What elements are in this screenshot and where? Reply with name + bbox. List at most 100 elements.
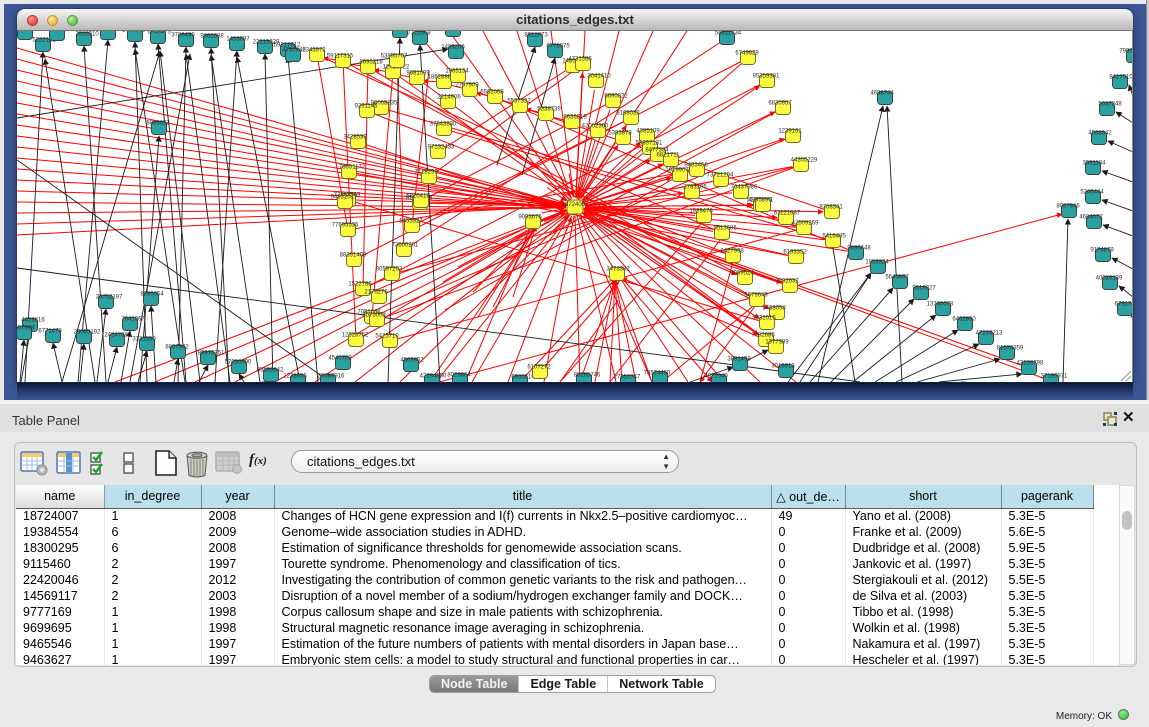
svg-text:7990009: 7990009 [1119, 49, 1133, 55]
svg-text:6830957: 6830957 [768, 101, 792, 107]
svg-text:6462890: 6462890 [952, 317, 976, 323]
svg-text:4905896: 4905896 [748, 198, 772, 204]
svg-text:9093676: 9093676 [518, 215, 542, 221]
svg-text:78851172: 78851172 [339, 165, 366, 171]
svg-text:3428539: 3428539 [343, 135, 367, 141]
svg-text:47203213: 47203213 [976, 331, 1003, 337]
svg-text:4684072: 4684072 [1079, 215, 1103, 221]
svg-text:8029864: 8029864 [447, 373, 471, 379]
svg-text:18724007: 18724007 [562, 202, 589, 208]
svg-text:9636619: 9636619 [563, 115, 587, 121]
svg-text:8807342: 8807342 [165, 345, 189, 351]
svg-text:2440905: 2440905 [122, 31, 146, 34]
svg-text:7402632: 7402632 [775, 279, 799, 285]
svg-text:8417510: 8417510 [1109, 75, 1133, 81]
svg-text:5562068: 5562068 [480, 90, 504, 96]
svg-text:8708341: 8708341 [819, 205, 843, 211]
svg-text:43239798: 43239798 [1017, 361, 1044, 367]
svg-text:4731386: 4731386 [568, 57, 592, 63]
svg-text:3131350: 3131350 [132, 337, 156, 343]
svg-text:1377389: 1377389 [765, 340, 789, 346]
svg-text:6771478: 6771478 [38, 329, 62, 335]
svg-text:9468058: 9468058 [762, 306, 786, 312]
svg-text:5513686: 5513686 [713, 226, 737, 232]
svg-text:5679649: 5679649 [744, 293, 768, 299]
svg-text:9291145: 9291145 [355, 104, 379, 110]
svg-text:73721294: 73721294 [707, 173, 734, 179]
svg-text:3473382: 3473382 [606, 267, 630, 273]
svg-text:1953324: 1953324 [865, 260, 889, 266]
svg-text:27550747: 27550747 [614, 375, 641, 381]
svg-text:6690022: 6690022 [604, 94, 628, 100]
svg-text:5416485: 5416485 [822, 234, 846, 240]
svg-text:88391409: 88391409 [340, 253, 367, 259]
svg-text:58877189: 58877189 [47, 31, 74, 33]
svg-text:6343972: 6343972 [302, 48, 326, 54]
svg-text:56911734: 56911734 [715, 31, 742, 37]
svg-text:3018913: 3018913 [771, 364, 795, 370]
svg-text:94932017: 94932017 [331, 195, 358, 201]
svg-text:9059692: 9059692 [99, 31, 123, 32]
svg-text:4069524: 4069524 [730, 271, 754, 277]
svg-text:4568342: 4568342 [1088, 131, 1112, 137]
svg-text:6427998: 6427998 [720, 249, 744, 255]
svg-text:3168032: 3168032 [616, 111, 640, 117]
svg-text:36752197: 36752197 [96, 295, 123, 301]
svg-text:6107272: 6107272 [527, 365, 551, 371]
svg-text:28689916: 28689916 [318, 374, 345, 380]
svg-text:7418299: 7418299 [414, 170, 438, 176]
svg-text:1965134: 1965134 [445, 69, 469, 75]
svg-text:83589642: 83589642 [257, 368, 284, 374]
svg-text:4698744: 4698744 [870, 91, 894, 97]
svg-text:5455327: 5455327 [399, 219, 423, 225]
svg-text:76437986: 76437986 [731, 185, 758, 191]
svg-text:2176276: 2176276 [364, 290, 388, 296]
svg-text:78524460: 78524460 [644, 371, 671, 377]
svg-text:1522786: 1522786 [348, 282, 372, 288]
svg-text:12528752: 12528752 [342, 333, 369, 339]
svg-text:3591184: 3591184 [1083, 161, 1107, 167]
svg-text:6935510: 6935510 [511, 375, 535, 381]
svg-text:8695218: 8695218 [359, 60, 383, 66]
svg-text:42284650: 42284650 [420, 374, 447, 380]
svg-text:7641067: 7641067 [121, 317, 145, 323]
svg-text:5037248: 5037248 [1098, 102, 1122, 108]
svg-text:8573003: 8573003 [362, 313, 386, 319]
svg-text:67917877: 67917877 [1115, 302, 1133, 308]
svg-text:3708490: 3708490 [171, 33, 195, 39]
svg-text:88295746: 88295746 [574, 373, 601, 379]
svg-text:1238956: 1238956 [283, 374, 307, 380]
svg-text:42509269: 42509269 [792, 221, 819, 227]
svg-text:1453697: 1453697 [226, 37, 250, 43]
svg-text:37190971: 37190971 [1041, 374, 1068, 380]
svg-text:4488867: 4488867 [17, 31, 40, 32]
svg-text:2935310: 2935310 [75, 32, 99, 38]
svg-text:89976351: 89976351 [198, 351, 225, 357]
svg-text:4072040: 4072040 [704, 374, 728, 380]
svg-text:4540702: 4540702 [328, 356, 352, 362]
svg-text:8280054: 8280054 [140, 292, 164, 298]
svg-text:6821711: 6821711 [657, 153, 681, 159]
svg-text:53895707: 53895707 [381, 54, 408, 60]
svg-text:5820415: 5820415 [406, 194, 430, 200]
svg-text:2424708: 2424708 [104, 333, 128, 339]
svg-text:5246444: 5246444 [1080, 190, 1104, 196]
svg-text:4385109: 4385109 [636, 129, 660, 135]
svg-text:37543830: 37543830 [430, 122, 457, 128]
svg-text:3891498: 3891498 [727, 357, 751, 363]
svg-text:9518027: 9518027 [912, 286, 936, 292]
svg-text:44305229: 44305229 [791, 158, 818, 164]
svg-text:5338739: 5338739 [537, 107, 561, 113]
svg-text:2214906: 2214906 [437, 95, 461, 101]
svg-text:1239161: 1239161 [778, 129, 802, 135]
svg-text:95359381: 95359381 [753, 74, 780, 80]
svg-text:6749629: 6749629 [735, 51, 759, 57]
svg-text:7702685: 7702685 [751, 333, 775, 339]
svg-text:73600201: 73600201 [392, 243, 419, 249]
svg-text:26093192: 26093192 [74, 330, 101, 336]
svg-text:97232433: 97232433 [428, 145, 455, 151]
svg-text:8886633: 8886633 [146, 121, 170, 127]
svg-text:3041410: 3041410 [587, 74, 611, 80]
svg-text:4569852: 4569852 [400, 358, 424, 364]
svg-text:4428816: 4428816 [21, 318, 45, 324]
